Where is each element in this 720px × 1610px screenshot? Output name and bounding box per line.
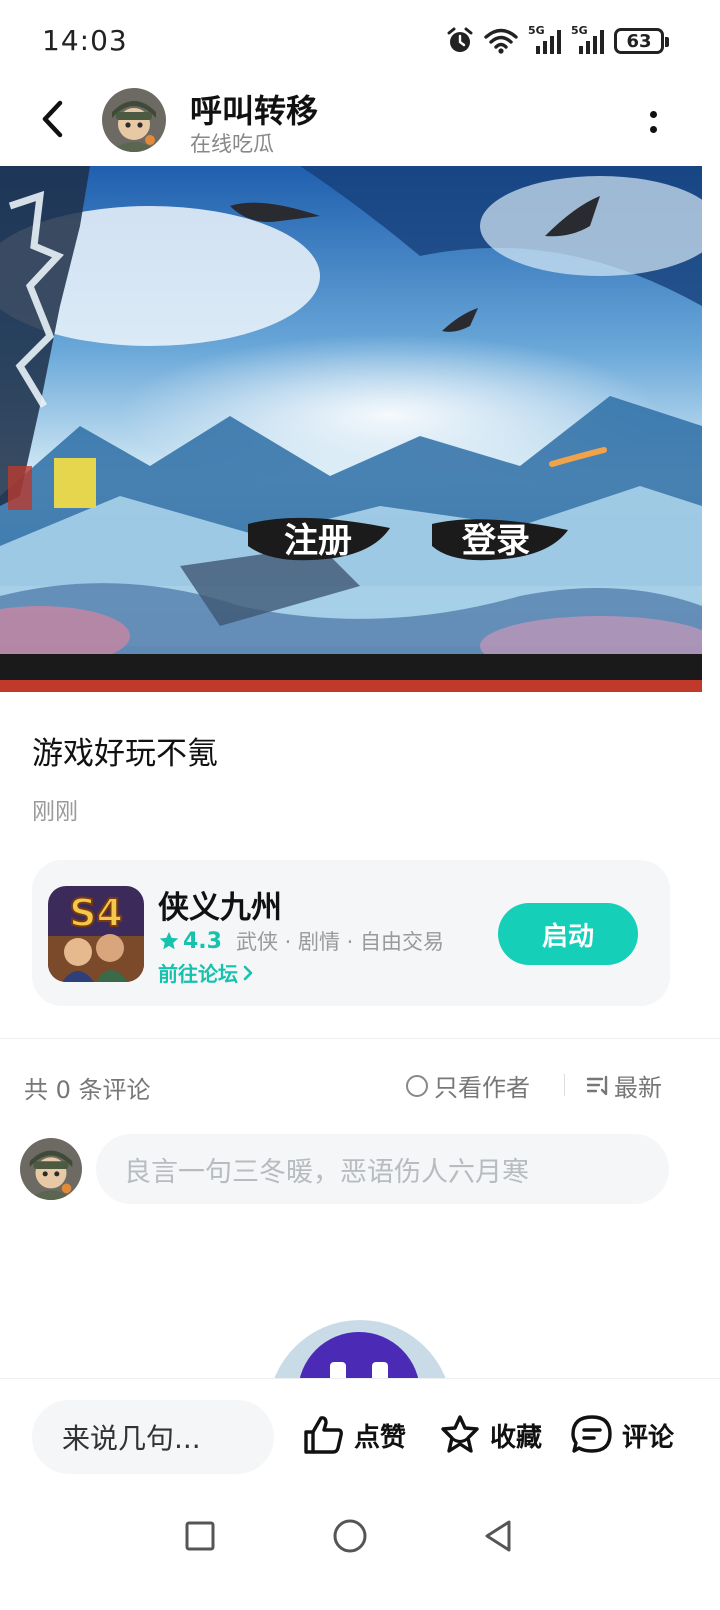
- game-rating: 4.3: [158, 929, 222, 954]
- game-icon[interactable]: S4: [48, 886, 144, 982]
- separator: [564, 1074, 565, 1096]
- more-dot-icon: [649, 126, 657, 133]
- my-avatar: [20, 1138, 82, 1200]
- author-avatar[interactable]: [102, 88, 166, 152]
- register-button[interactable]: 注册: [284, 521, 352, 561]
- thumbs-up-icon: [304, 1416, 343, 1454]
- home-button[interactable]: [326, 1512, 374, 1560]
- status-icons: 5G 5G 63: [446, 24, 669, 56]
- favorite-button[interactable]: 收藏: [438, 1413, 542, 1457]
- comment-button[interactable]: 评论: [570, 1413, 674, 1457]
- status-time: 14:03: [42, 24, 128, 57]
- more-dot-icon: [649, 111, 657, 118]
- radio-icon: [406, 1074, 428, 1097]
- chat-bubble-icon: [571, 1415, 612, 1453]
- circle-icon: [333, 1519, 367, 1553]
- like-label: 点赞: [354, 1422, 407, 1453]
- game-rating-value: 4.3: [183, 928, 222, 954]
- sort-label: 最新: [614, 1074, 662, 1102]
- battery-icon: 63: [614, 28, 669, 54]
- author-subtitle: 在线吃瓜: [190, 132, 274, 156]
- chevron-right-icon: [243, 965, 253, 980]
- recent-apps-button[interactable]: [176, 1512, 224, 1560]
- post-time: 刚刚: [32, 799, 78, 825]
- signal-icon: 5G: [528, 24, 561, 54]
- comment-input[interactable]: 良言一句三冬暖，恶语伤人六月寒: [96, 1134, 669, 1204]
- comment-label: 评论: [622, 1422, 675, 1453]
- svg-text:S4: S4: [69, 891, 123, 935]
- system-nav-bar: [0, 1490, 720, 1610]
- game-card[interactable]: S4 侠义九州 4.3 武侠 · 剧情 · 自由交易 前往论坛 启动: [32, 860, 670, 1006]
- favorite-label: 收藏: [490, 1422, 543, 1453]
- more-button[interactable]: [638, 102, 668, 142]
- triangle-back-icon: [485, 1520, 511, 1552]
- post-header: 呼叫转移 在线吃瓜: [0, 80, 720, 166]
- star-outline-icon: [441, 1415, 479, 1453]
- launch-button[interactable]: 启动: [498, 903, 638, 965]
- game-meta: 4.3 武侠 · 剧情 · 自由交易: [158, 926, 444, 956]
- comment-count: 共 0 条评论: [24, 1076, 151, 1104]
- signal-icon: 5G: [571, 24, 604, 54]
- like-button[interactable]: 点赞: [302, 1413, 406, 1457]
- star-icon: [159, 931, 179, 950]
- divider: [0, 1038, 720, 1039]
- post-text: 游戏好玩不氪: [32, 736, 218, 772]
- battery-level: 63: [626, 30, 652, 52]
- game-tags: 武侠 · 剧情 · 自由交易: [235, 930, 445, 954]
- login-button[interactable]: 登录: [461, 521, 530, 561]
- alarm-icon: [447, 27, 473, 52]
- post-image[interactable]: 注册 登录: [0, 166, 702, 692]
- forum-link-label: 前往论坛: [158, 962, 238, 986]
- chevron-left-icon: [42, 100, 63, 138]
- wifi-icon: [484, 28, 518, 54]
- author-name[interactable]: 呼叫转移: [190, 86, 318, 132]
- forum-link[interactable]: 前往论坛: [158, 958, 254, 987]
- square-icon: [185, 1521, 215, 1551]
- game-name[interactable]: 侠义九州: [158, 882, 282, 927]
- sort-button[interactable]: 最新: [586, 1068, 662, 1103]
- status-bar: 14:03 5G 5G 63: [0, 0, 720, 80]
- sort-icon: [586, 1075, 608, 1095]
- back-button[interactable]: [30, 94, 74, 144]
- reply-input[interactable]: 来说几句...: [32, 1400, 274, 1474]
- author-only-toggle[interactable]: 只看作者: [406, 1068, 530, 1103]
- back-nav-button[interactable]: [474, 1512, 522, 1560]
- author-only-label: 只看作者: [434, 1074, 530, 1102]
